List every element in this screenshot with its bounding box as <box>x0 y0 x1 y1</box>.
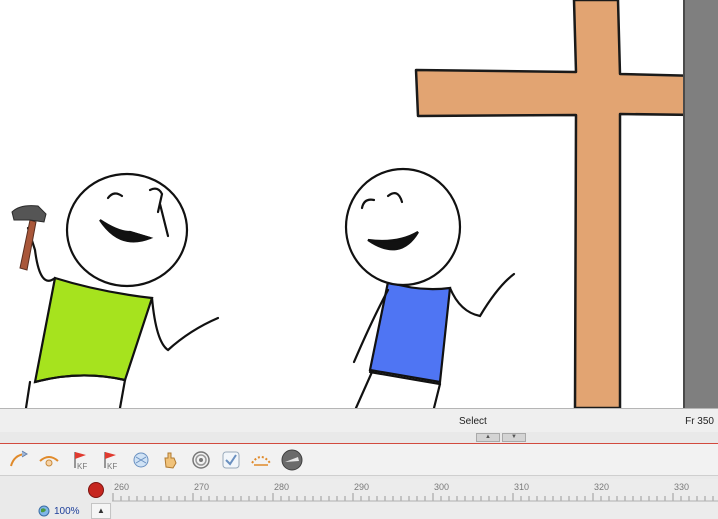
current-tool-label: Select <box>459 416 487 427</box>
render-button[interactable] <box>279 447 305 473</box>
panel-divider[interactable]: ▲ ▼ <box>0 432 718 444</box>
ruler-ticks <box>112 493 718 502</box>
ruler-label: 290 <box>354 482 370 492</box>
animation-canvas[interactable] <box>0 0 718 408</box>
current-frame-label: Fr 350 <box>685 416 714 427</box>
ruler-label: 300 <box>434 482 450 492</box>
timeline-panel: 260 270 280 290 300 310 320 330 100% ▲ <box>0 476 718 519</box>
target-icon <box>192 451 210 469</box>
stage-boundary <box>683 0 718 408</box>
collapse-down-button[interactable]: ▼ <box>502 433 526 442</box>
svg-text:KF: KF <box>77 462 87 471</box>
zoom-control[interactable]: 100% <box>38 504 80 518</box>
move-hand-button[interactable] <box>158 447 184 473</box>
ruler-label: 270 <box>194 482 210 492</box>
wooden-cross <box>414 0 702 408</box>
character-green-shirt <box>24 172 220 408</box>
svg-text:KF: KF <box>107 462 117 471</box>
dotted-curve-icon <box>251 456 271 466</box>
ruler-label: 320 <box>594 482 610 492</box>
hammer-icon <box>11 205 47 271</box>
curve-dotted-button[interactable] <box>248 447 274 473</box>
render-sphere-icon <box>281 449 303 471</box>
keyframe-add-button[interactable]: KF <box>68 447 94 473</box>
animation-toolbar: KF KF <box>0 444 718 476</box>
zoom-value: 100% <box>54 505 80 517</box>
curve-arrow-icon <box>10 450 28 467</box>
curve-orange-icon <box>39 456 59 467</box>
keyframe-flag-icon: KF <box>104 452 117 471</box>
keyframe-flag-icon: KF <box>74 452 87 471</box>
status-bar: Select Fr 350 <box>0 408 718 432</box>
keyframe-remove-button[interactable]: KF <box>98 447 124 473</box>
ruler-label: 260 <box>114 482 130 492</box>
zoom-up-button[interactable]: ▲ <box>91 503 111 519</box>
curve-left-tool-button[interactable] <box>6 447 32 473</box>
frame-ruler[interactable]: 260 270 280 290 300 310 320 330 <box>112 479 718 519</box>
ruler-label: 310 <box>514 482 530 492</box>
check-button[interactable] <box>218 447 244 473</box>
character-blue-shirt <box>344 167 516 408</box>
ruler-label: 280 <box>274 482 290 492</box>
collapse-up-button[interactable]: ▲ <box>476 433 500 442</box>
ruler-label: 330 <box>674 482 690 492</box>
checkmark-icon <box>222 451 240 469</box>
target-button[interactable] <box>188 447 214 473</box>
hand-icon <box>164 452 177 469</box>
onion-skin-icon <box>133 452 149 468</box>
onion-skin-button[interactable] <box>128 447 154 473</box>
curve-orange-tool-button[interactable] <box>36 447 62 473</box>
playhead-marker[interactable] <box>88 482 104 498</box>
globe-icon <box>38 505 50 517</box>
scene-drawing <box>11 0 702 408</box>
